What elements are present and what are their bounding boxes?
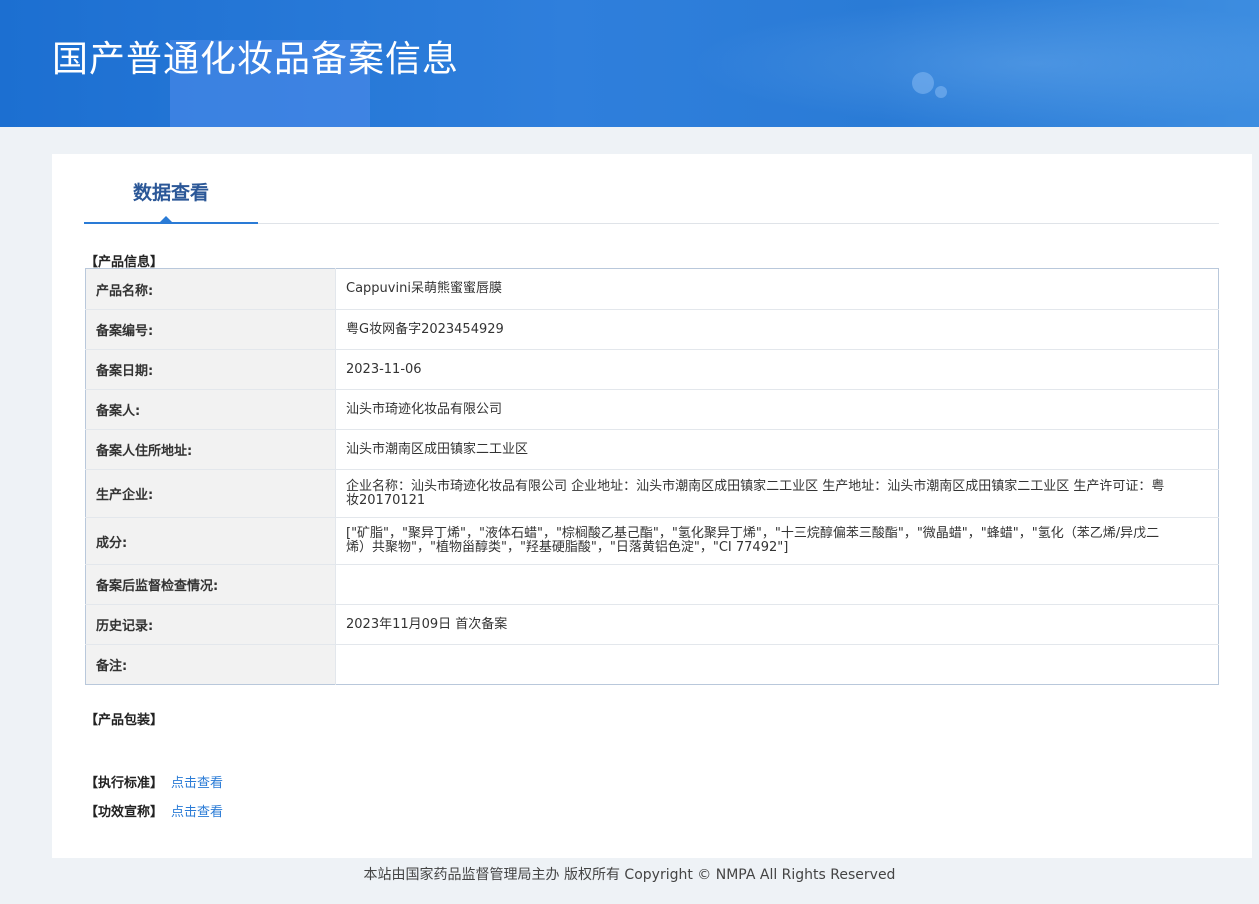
row-label: 成分: [85,517,336,565]
standard-line: 【执行标准】 点击查看 [85,772,223,791]
row-label: 备案人住所地址: [85,429,336,470]
packaging-heading: 【产品包装】 [85,713,164,728]
row-label: 备案后监督检查情况: [85,564,336,605]
row-value: ["矿脂"，"聚异丁烯"，"液体石蜡"，"棕榈酸乙基己酯"，"氢化聚异丁烯"，"… [335,517,1219,565]
banner-dot [935,86,947,98]
row-label: 备案编号: [85,309,336,350]
header-banner: 国产普通化妆品备案信息 [0,0,1259,127]
footer-copyright: 本站由国家药品监督管理局主办 版权所有 Copyright © NMPA All… [363,867,896,883]
row-label: 备注: [85,644,336,685]
table-row: 备案后监督检查情况: [85,564,1219,605]
efficacy-view-link[interactable]: 点击查看 [171,805,223,820]
page-title: 国产普通化妆品备案信息 [52,39,460,80]
table-row: 备案人: 汕头市琦迹化妆品有限公司 [85,389,1219,430]
row-value: 汕头市潮南区成田镇家二工业区 [335,429,1219,470]
efficacy-label: 【功效宣称】 [85,805,164,820]
row-value: 2023-11-06 [335,349,1219,390]
row-value [335,564,1219,605]
row-value: 企业名称：汕头市琦迹化妆品有限公司 企业地址：汕头市潮南区成田镇家二工业区 生产… [335,469,1219,518]
table-row: 备案日期: 2023-11-06 [85,349,1219,390]
main-card: 数据查看 【产品信息】 产品名称: Cappuvini呆萌熊蜜蜜唇膜 备案编号:… [52,154,1252,858]
table-row: 备案编号: 粤G妆网备字2023454929 [85,309,1219,350]
table-row: 备注: [85,644,1219,685]
table-row: 历史记录: 2023年11月09日 首次备案 [85,604,1219,645]
tab-bar: 数据查看 [84,154,1219,224]
row-value: Cappuvini呆萌熊蜜蜜唇膜 [335,268,1219,310]
tab-label: 数据查看 [132,182,209,204]
table-row: 成分: ["矿脂"，"聚异丁烯"，"液体石蜡"，"棕榈酸乙基己酯"，"氢化聚异丁… [85,517,1219,565]
row-value: 粤G妆网备字2023454929 [335,309,1219,350]
row-value: 2023年11月09日 首次备案 [335,604,1219,645]
banner-dot [912,72,934,94]
tab-data-view[interactable]: 数据查看 [84,154,258,224]
row-label: 历史记录: [85,604,336,645]
efficacy-line: 【功效宣称】 点击查看 [85,801,223,820]
row-label: 备案人: [85,389,336,430]
table-row: 备案人住所地址: 汕头市潮南区成田镇家二工业区 [85,429,1219,470]
standard-label: 【执行标准】 [85,776,164,791]
table-row: 生产企业: 企业名称：汕头市琦迹化妆品有限公司 企业地址：汕头市潮南区成田镇家二… [85,469,1219,518]
product-info-table: 产品名称: Cappuvini呆萌熊蜜蜜唇膜 备案编号: 粤G妆网备字20234… [85,268,1219,685]
table-row: 产品名称: Cappuvini呆萌熊蜜蜜唇膜 [85,268,1219,310]
row-label: 生产企业: [85,469,336,518]
row-label: 备案日期: [85,349,336,390]
standard-view-link[interactable]: 点击查看 [171,776,223,791]
row-label: 产品名称: [85,268,336,310]
banner-glow [690,0,1259,127]
caret-up-icon [160,216,172,222]
row-value: 汕头市琦迹化妆品有限公司 [335,389,1219,430]
row-value [336,645,1219,685]
